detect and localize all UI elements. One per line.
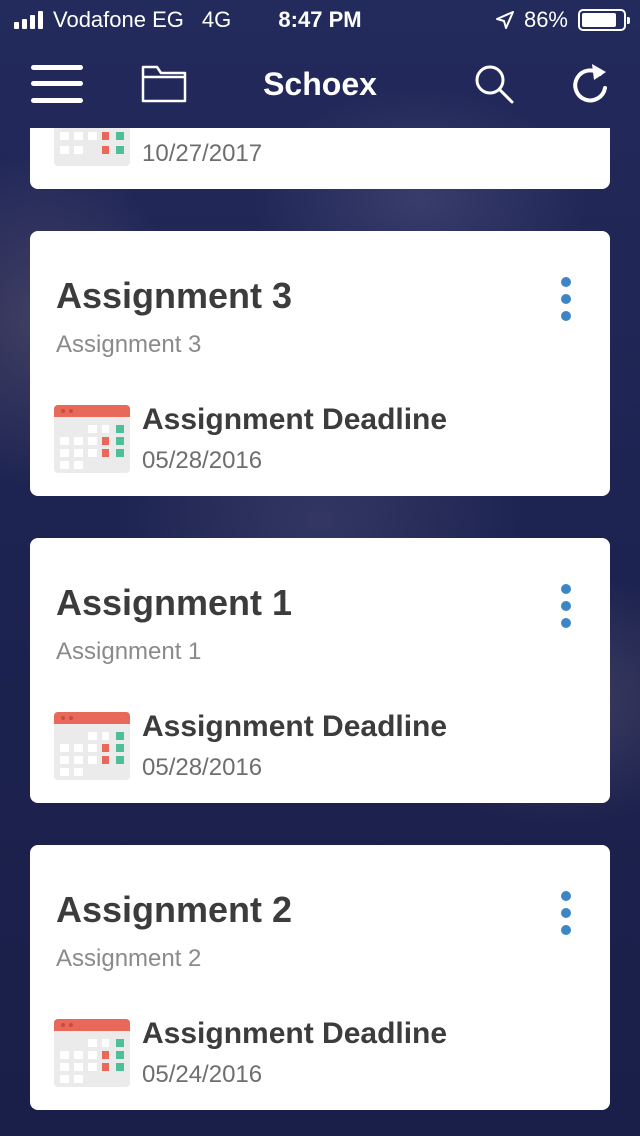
assignment-subtitle: Assignment 1 (56, 638, 202, 665)
carrier-name: Vodafone EG (53, 7, 184, 32)
assignment-subtitle: Assignment 2 (56, 945, 202, 972)
deadline-date: 05/28/2016 (142, 754, 263, 781)
dot-icon (561, 618, 571, 628)
network-type: 4G (201, 7, 232, 32)
dot-icon (561, 277, 571, 287)
assignment-card-partial[interactable]: 10/27/2017 (30, 128, 610, 189)
assignment-title: Assignment 2 (56, 889, 293, 930)
calendar-icon (54, 1019, 130, 1087)
status-right: 86% (495, 7, 630, 33)
deadline-date: 05/24/2016 (142, 1061, 263, 1088)
app-navbar: Schoex (0, 40, 640, 128)
signal-strength-icon (14, 11, 43, 29)
battery-level (582, 13, 617, 27)
dot-icon (561, 294, 571, 304)
calendar-icon (54, 712, 130, 780)
dot-icon (561, 925, 571, 935)
refresh-icon (573, 64, 607, 103)
assignment-card[interactable]: Assignment 2 Assignment 2 Assignment Dea… (30, 845, 610, 1110)
calendar-icon (54, 128, 130, 166)
deadline-label: Assignment Deadline (142, 1017, 448, 1050)
dot-icon (561, 891, 571, 901)
battery-icon (578, 9, 630, 31)
deadline-label: Assignment Deadline (142, 710, 448, 743)
dot-icon (561, 908, 571, 918)
more-options-button[interactable] (556, 891, 576, 935)
status-bar: Vodafone EG 4G 8:47 PM 86% (0, 0, 640, 40)
refresh-button[interactable] (566, 40, 614, 128)
status-left: Vodafone EG 4G (14, 7, 231, 33)
app-title: Schoex (263, 66, 377, 102)
deadline-date: 10/27/2017 (142, 140, 263, 167)
assignment-title: Assignment 3 (56, 275, 293, 316)
more-options-button[interactable] (556, 277, 576, 321)
deadline-label: Assignment Deadline (142, 403, 448, 436)
assignment-card[interactable]: Assignment 1 Assignment 1 Assignment Dea… (30, 538, 610, 803)
search-button[interactable] (470, 40, 518, 128)
assignment-card[interactable]: Assignment 3 Assignment 3 Assignment Dea… (30, 231, 610, 496)
search-icon (475, 65, 514, 104)
dot-icon (561, 311, 571, 321)
more-options-button[interactable] (556, 584, 576, 628)
dot-icon (561, 584, 571, 594)
assignment-title: Assignment 1 (56, 582, 293, 623)
location-arrow-icon (495, 11, 514, 29)
calendar-icon (54, 405, 130, 473)
assignment-subtitle: Assignment 3 (56, 331, 202, 358)
dot-icon (561, 601, 571, 611)
deadline-date: 05/28/2016 (142, 447, 263, 474)
status-time: 8:47 PM (278, 7, 362, 32)
battery-percent: 86% (523, 7, 568, 32)
